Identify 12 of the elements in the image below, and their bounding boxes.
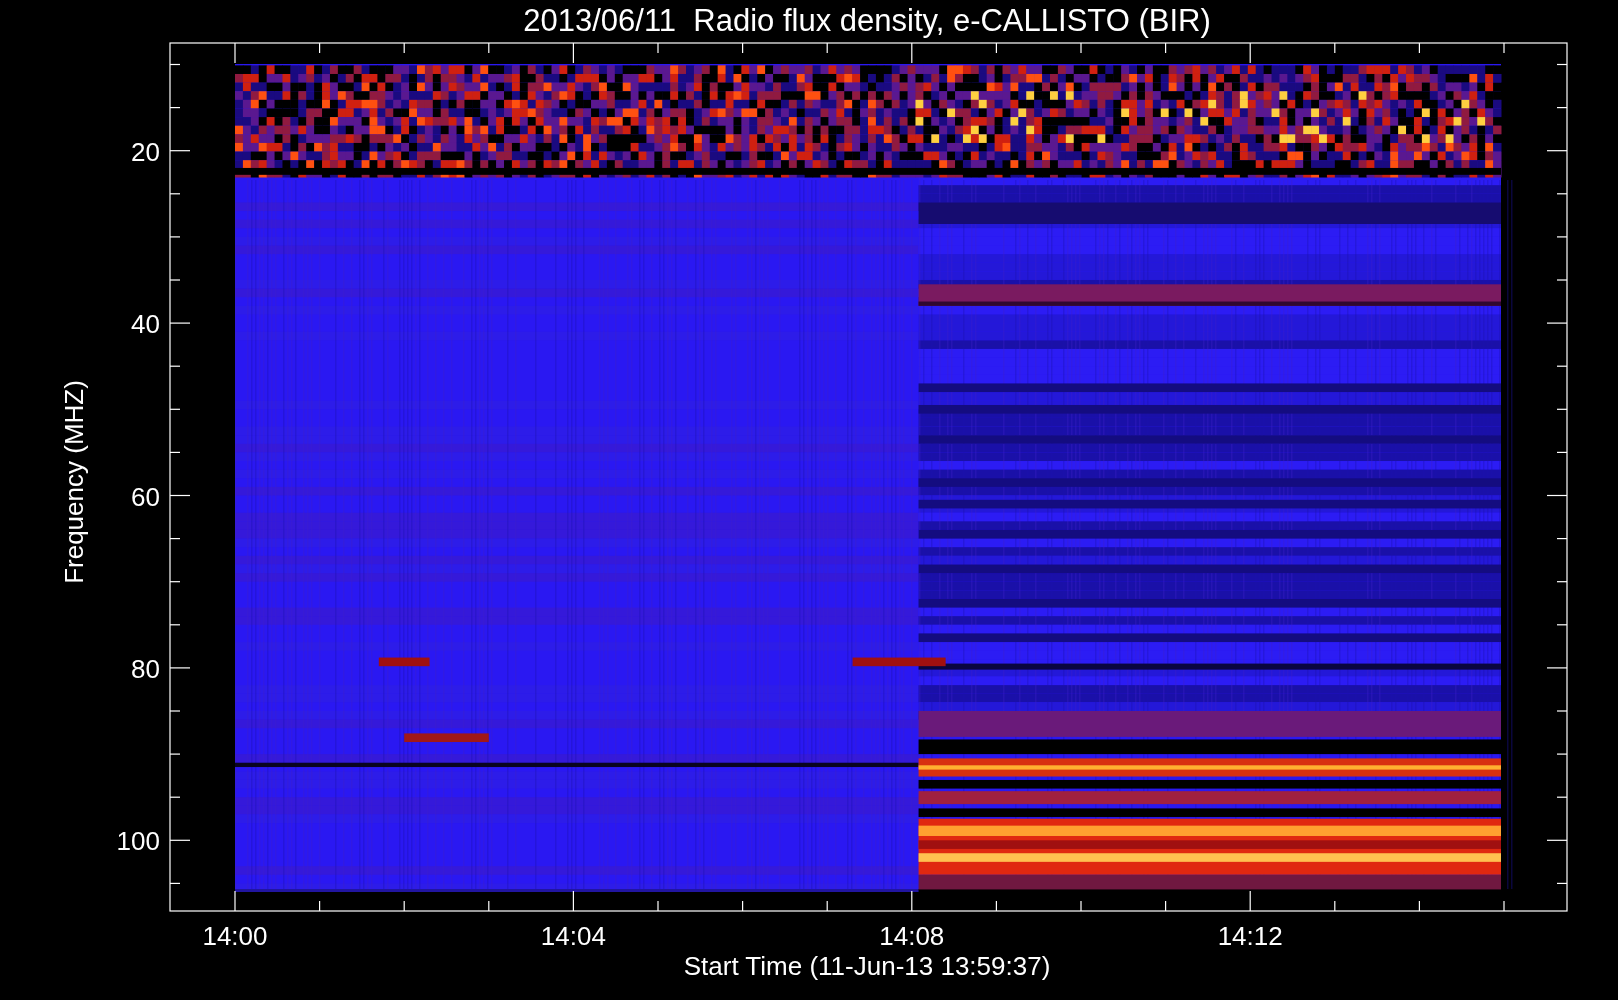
- chart-title: 2013/06/11 Radio flux density, e-CALLISTO (BIR): [523, 3, 1211, 38]
- tick-label: 14:08: [879, 921, 945, 951]
- y-axis-label: Frequency (MHZ): [59, 380, 89, 584]
- tick-label: 40: [131, 309, 160, 340]
- tick-label: 80: [131, 653, 160, 684]
- tick-label: 14:00: [202, 921, 268, 951]
- tick-label: 14:12: [1217, 921, 1283, 951]
- tick-label: 14:04: [540, 921, 606, 951]
- tick-label: 20: [131, 136, 160, 167]
- tick-label: 100: [116, 826, 160, 857]
- x-axis-label: Start Time (11-Jun-13 13:59:37): [683, 951, 1051, 981]
- tick-label: 60: [131, 481, 160, 512]
